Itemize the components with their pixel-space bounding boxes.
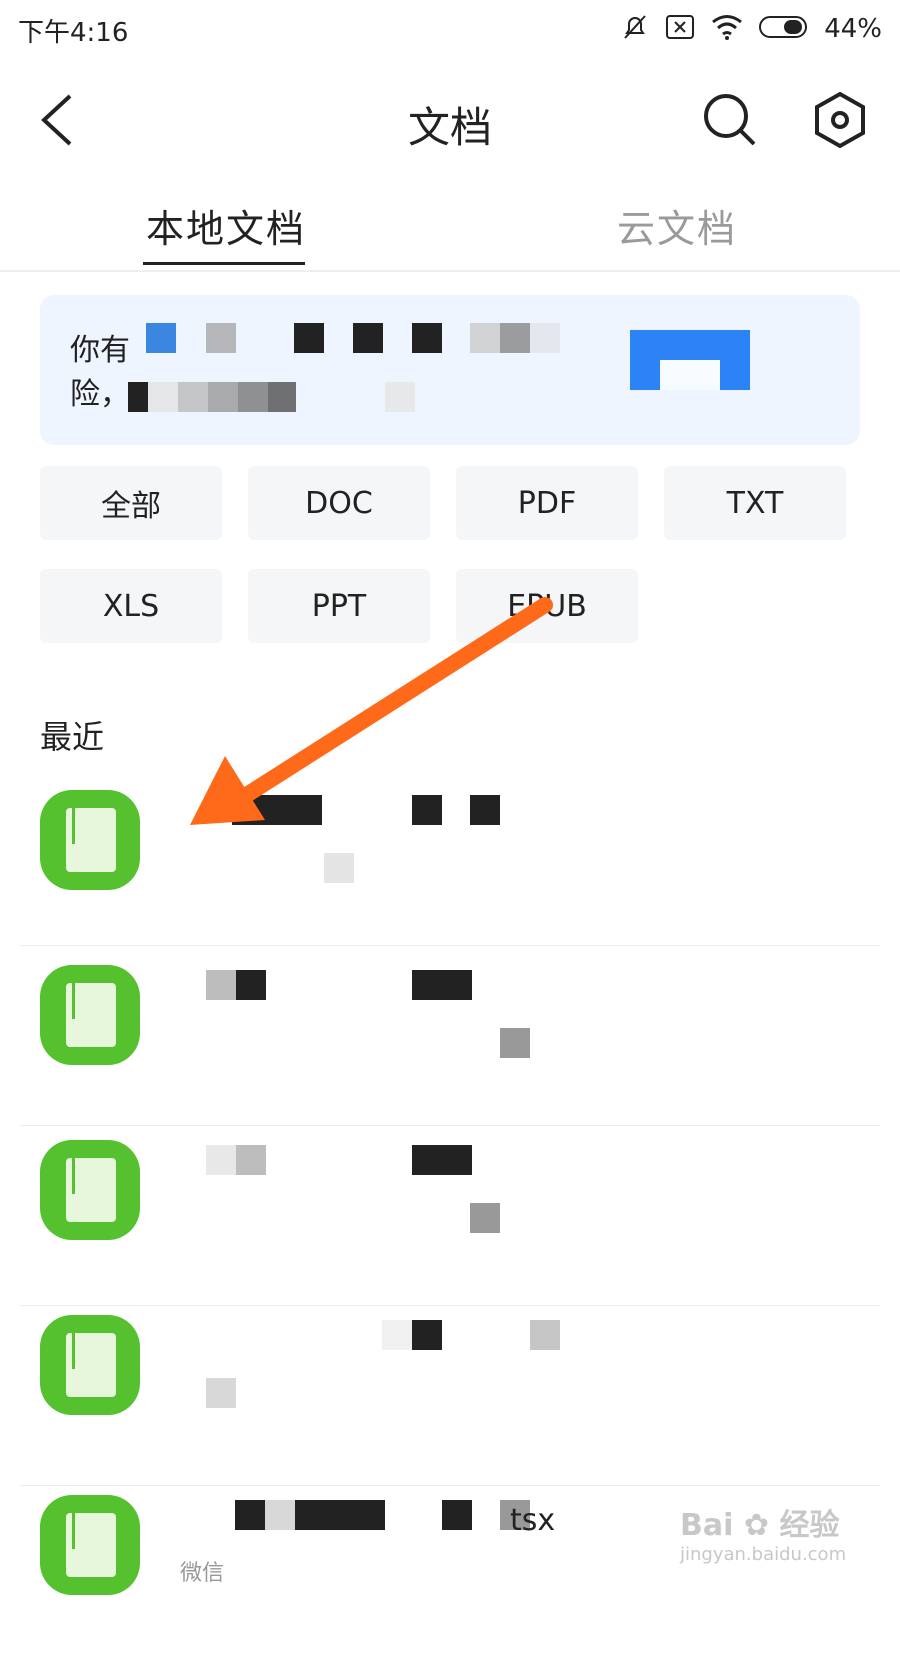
nav-bar: 文档: [0, 70, 900, 170]
redaction-block: [236, 970, 266, 1000]
redaction-block: [385, 382, 415, 412]
list-item[interactable]: X: [20, 1125, 880, 1306]
redaction-block: [470, 1203, 500, 1233]
filter-ppt[interactable]: PPT: [248, 569, 430, 643]
file-name: tsx: [510, 1503, 556, 1538]
redaction-block: [412, 1320, 442, 1350]
sim-x-icon: [664, 13, 696, 45]
active-tab-indicator: [143, 262, 305, 265]
baidu-watermark: Bai ✿ 经验 jingyan.baidu.com: [680, 1500, 880, 1580]
search-icon[interactable]: [700, 90, 760, 150]
list-item[interactable]: X: [20, 945, 880, 1126]
redaction-block: [412, 970, 472, 1000]
watermark-label: 经验: [779, 1508, 840, 1543]
redaction-block: [268, 382, 296, 412]
redaction-block: [265, 1500, 295, 1530]
notice-banner[interactable]: 你有 险，: [40, 295, 860, 445]
excel-icon: X: [40, 1140, 140, 1240]
redaction-block: [470, 323, 500, 353]
list-item[interactable]: X: [20, 765, 880, 946]
recent-section-title: 最近: [40, 718, 105, 756]
excel-icon: X: [40, 790, 140, 890]
status-bar: 下午4:16 44%: [0, 0, 900, 60]
redaction-block: [238, 382, 268, 412]
redaction-block: [295, 1500, 385, 1530]
filter-epub[interactable]: EPUB: [456, 569, 638, 643]
redaction-block: [232, 795, 322, 825]
redaction-block: [324, 853, 354, 883]
status-icons: 44%: [620, 12, 882, 46]
redaction-block: [206, 1378, 236, 1408]
watermark-brand: Bai: [680, 1508, 734, 1543]
filter-doc[interactable]: DOC: [248, 466, 430, 540]
redaction-block: [442, 1500, 472, 1530]
redaction-block: [206, 1145, 236, 1175]
excel-icon: X: [40, 1315, 140, 1415]
redaction-block: [412, 323, 442, 353]
wifi-icon: [710, 13, 744, 45]
redaction-block: [353, 323, 383, 353]
redaction-block: [530, 323, 560, 353]
redaction-block: [500, 1028, 530, 1058]
paw-icon: ✿: [743, 1508, 769, 1543]
banner-button-inner: [660, 360, 720, 390]
redaction-block: [412, 1145, 472, 1175]
banner-action-button[interactable]: [630, 330, 750, 390]
banner-line-2: 险，: [70, 377, 130, 412]
battery-percent: 44%: [824, 14, 882, 44]
redaction-block: [235, 1500, 265, 1530]
filter-txt[interactable]: TXT: [664, 466, 846, 540]
page-title: 文档: [407, 103, 492, 152]
filter-pdf[interactable]: PDF: [456, 466, 638, 540]
redaction-block: [500, 323, 530, 353]
settings-hex-icon[interactable]: [810, 90, 870, 150]
excel-icon: X: [40, 965, 140, 1065]
status-time: 下午4:16: [18, 18, 129, 48]
redaction-block: [206, 323, 236, 353]
file-meta: 微信: [180, 1561, 225, 1586]
redaction-block: [470, 795, 500, 825]
filter-all[interactable]: 全部: [40, 466, 222, 540]
tab-bar: 本地文档 云文档: [0, 190, 900, 272]
watermark-site: jingyan.baidu.com: [680, 1544, 847, 1565]
excel-icon: X: [40, 1495, 140, 1595]
redaction-block: [146, 323, 176, 353]
list-item[interactable]: X: [20, 1305, 880, 1486]
redaction-block: [530, 1320, 560, 1350]
redaction-block: [412, 795, 442, 825]
tab-local-docs[interactable]: 本地文档: [146, 198, 306, 253]
redaction-block: [294, 323, 324, 353]
redaction-block: [208, 382, 238, 412]
redaction-block: [178, 382, 208, 412]
redaction-block: [148, 382, 178, 412]
tab-cloud-docs[interactable]: 云文档: [617, 198, 737, 253]
filter-xls[interactable]: XLS: [40, 569, 222, 643]
battery-icon: [758, 14, 810, 44]
redaction-block: [128, 382, 148, 412]
redaction-block: [236, 1145, 266, 1175]
banner-line-1: 你有: [70, 333, 130, 368]
redaction-block: [206, 970, 236, 1000]
bell-muted-icon: [620, 12, 650, 46]
redaction-block: [382, 1320, 412, 1350]
